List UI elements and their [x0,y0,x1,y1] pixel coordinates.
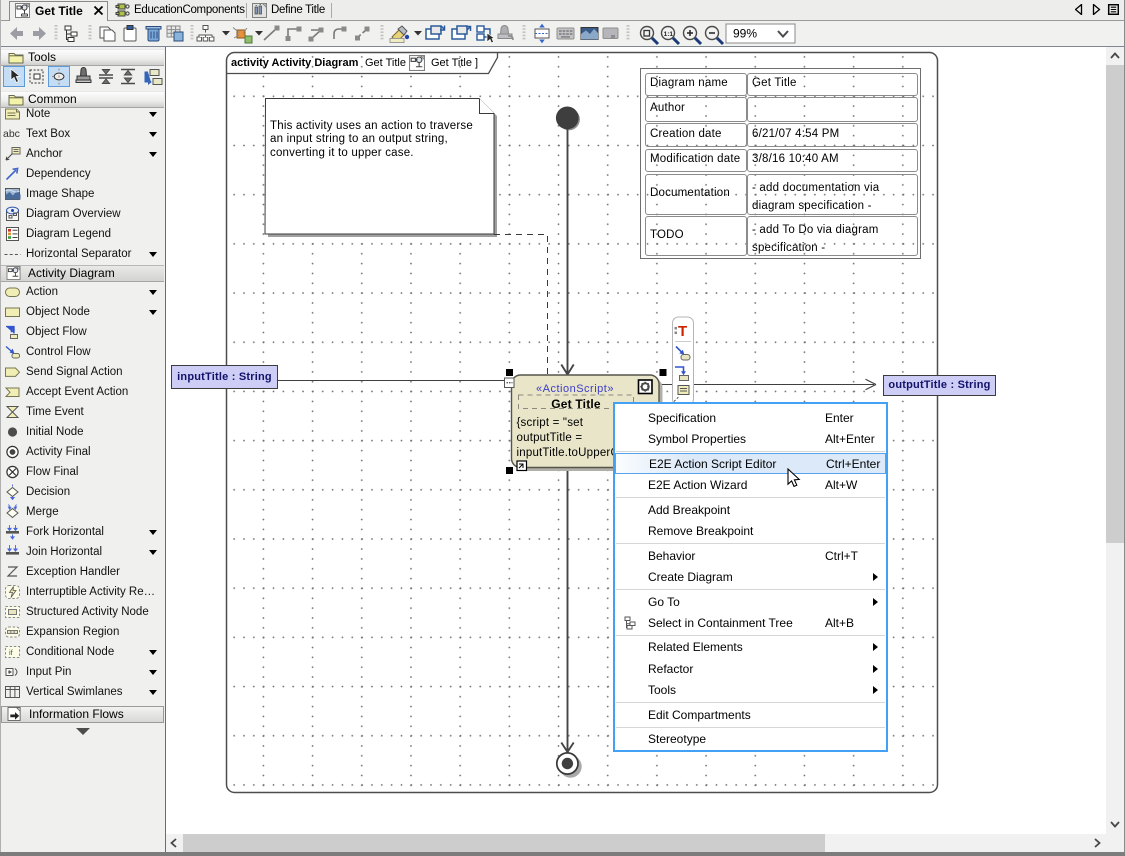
svg-text:1:1: 1:1 [664,31,674,38]
svg-text:99%: 99% [733,27,757,41]
svg-text:T: T [678,323,687,340]
